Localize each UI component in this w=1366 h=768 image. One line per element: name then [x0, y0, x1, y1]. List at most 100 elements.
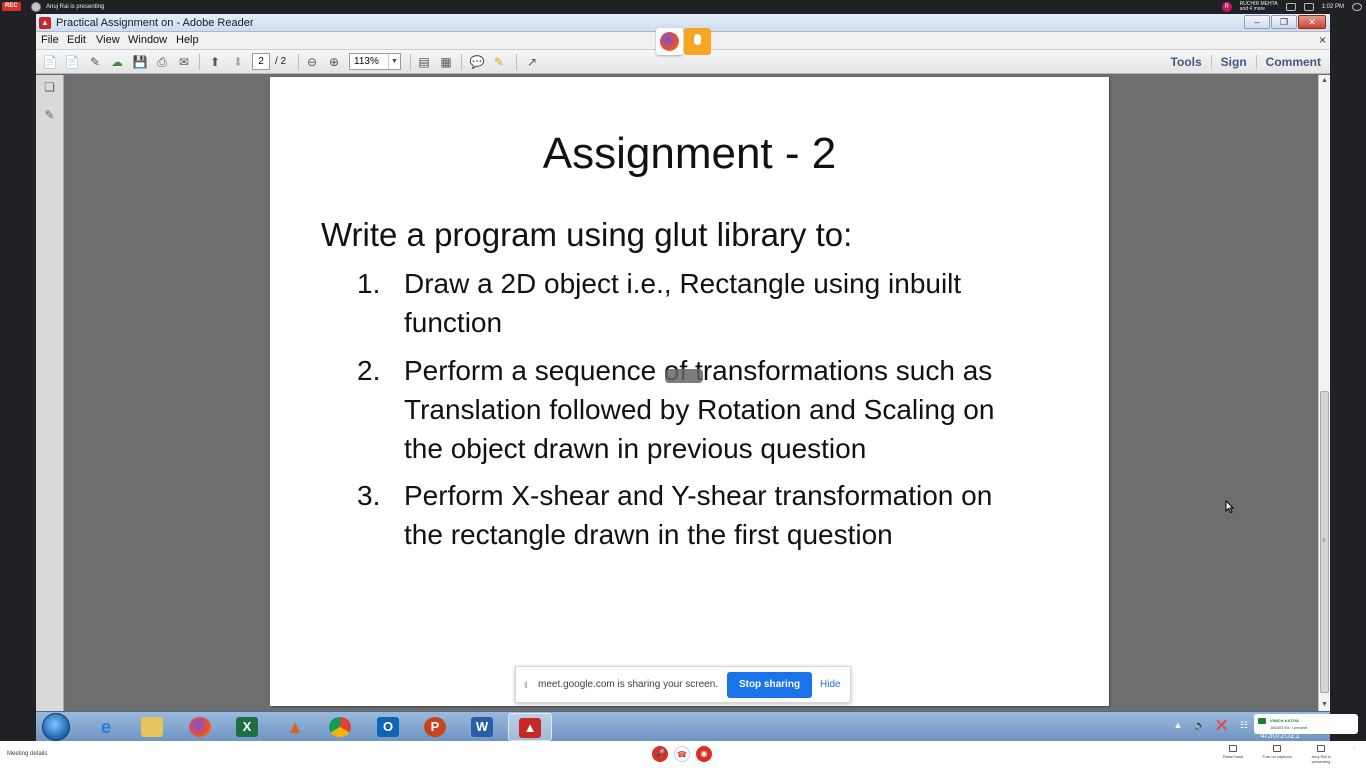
participant-summary[interactable]: RUCHIR MEHTA and 4 more: [1240, 2, 1278, 12]
cloud-button[interactable]: ☁: [109, 54, 125, 70]
microphone-icon: [694, 34, 701, 45]
document-area: Assignment - 2 Write a program using glu…: [65, 75, 1317, 711]
item-number: 1.: [357, 268, 381, 299]
restore-button[interactable]: ❐: [1271, 15, 1297, 29]
scrollbar-thumb[interactable]: ≡: [1320, 391, 1329, 693]
taskbar-explorer[interactable]: [130, 713, 174, 741]
print-button[interactable]: ⎙: [154, 54, 170, 70]
tools-link[interactable]: Tools: [1162, 55, 1211, 69]
email-icon: ✉: [178, 55, 190, 69]
text-cursor-overlay: [665, 369, 703, 383]
presenting-label: Anuj Rai is presenting: [1311, 754, 1331, 764]
save-button[interactable]: 💾: [132, 54, 148, 70]
meeting-details-button[interactable]: Meeting details: [7, 751, 47, 757]
share-status-text: meet.google.com is sharing your screen.: [538, 679, 719, 690]
scroll-up-icon[interactable]: ▲: [1319, 75, 1330, 87]
item-number: 3.: [357, 480, 381, 511]
firefox-overlay-button[interactable]: [656, 28, 683, 55]
microphone-overlay-button[interactable]: [684, 28, 711, 55]
network-disconnected-icon[interactable]: ❌: [1216, 719, 1228, 731]
arrow-down-icon: ⬇: [232, 55, 244, 69]
sign-link[interactable]: Sign: [1210, 55, 1256, 69]
minus-circle-icon: ⊖: [306, 55, 318, 69]
start-button[interactable]: [42, 713, 70, 741]
toolbar-divider: [461, 54, 462, 70]
full-screen-button[interactable]: ↗: [524, 54, 540, 70]
chevron-down-icon[interactable]: ▼: [388, 54, 400, 69]
clock-text: 1:02 PM: [1321, 4, 1344, 10]
comment-link[interactable]: Comment: [1255, 55, 1330, 69]
previous-page-button[interactable]: ⬆: [207, 54, 223, 70]
captions-button[interactable]: Turn on captions: [1262, 745, 1292, 764]
taskbar-ie[interactable]: e: [84, 713, 128, 741]
layout-icon[interactable]: [1285, 3, 1296, 11]
taskbar-firefox[interactable]: [178, 713, 222, 741]
page-number-input[interactable]: 2: [252, 53, 270, 70]
toolbar-divider: [410, 54, 411, 70]
attachment-icon[interactable]: ✎: [43, 108, 56, 123]
taskbar-word[interactable]: W: [460, 713, 504, 741]
mouse-cursor-icon: [1225, 500, 1234, 514]
highlight-button[interactable]: ✎: [491, 54, 507, 70]
zoom-out-button[interactable]: ⊖: [304, 54, 320, 70]
vertical-scrollbar[interactable]: ▲ ≡ ▼: [1318, 75, 1330, 711]
presenter-avatar: [31, 2, 41, 12]
drag-handle-icon[interactable]: ‖: [524, 680, 528, 690]
stop-sharing-button[interactable]: Stop sharing: [727, 672, 812, 698]
camera-off-button[interactable]: ◉: [696, 746, 712, 762]
meeting-controls: 🎤 ☎ ◉: [652, 746, 712, 762]
taskbar-adobe-reader[interactable]: ▲: [508, 713, 552, 741]
settings-icon[interactable]: [1352, 3, 1362, 11]
menu-edit[interactable]: Edit: [65, 34, 88, 46]
email-button[interactable]: ✉: [176, 54, 192, 70]
zoom-in-button[interactable]: ⊕: [326, 54, 342, 70]
presenting-button[interactable]: Anuj Rai is presenting: [1306, 745, 1336, 764]
chat-icon: [1258, 718, 1266, 724]
item-text-line: Translation followed by Rotation and Sca…: [404, 394, 995, 425]
edit-pdf-button[interactable]: ✎: [87, 54, 103, 70]
fit-width-button[interactable]: ▦: [438, 54, 454, 70]
leave-call-button[interactable]: ☎: [674, 746, 690, 762]
menu-window[interactable]: Window: [126, 34, 169, 46]
fit-page-button[interactable]: ▤: [416, 54, 432, 70]
menu-file[interactable]: File: [39, 34, 61, 46]
next-page-button[interactable]: ⬇: [230, 54, 246, 70]
network-icon[interactable]: ☷: [1238, 719, 1250, 731]
more-options-icon[interactable]: ⋮: [1350, 745, 1358, 764]
taskbar-powerpoint[interactable]: P: [413, 713, 457, 741]
menu-help[interactable]: Help: [174, 34, 201, 46]
taskbar-chrome[interactable]: [318, 713, 362, 741]
close-button[interactable]: ✕: [1298, 15, 1326, 29]
slide-title: Assignment - 2: [542, 129, 837, 178]
participant-more: and 4 more: [1239, 6, 1265, 12]
page-thumbnails-icon[interactable]: ❏: [43, 80, 56, 95]
hide-button[interactable]: Hide: [820, 679, 841, 690]
close-document-icon[interactable]: ×: [1319, 33, 1326, 47]
taskbar-excel[interactable]: X: [225, 713, 269, 741]
mic-off-button[interactable]: 🎤: [652, 746, 668, 762]
scroll-down-icon[interactable]: ▼: [1319, 699, 1330, 711]
cloud-upload-icon: ☁: [111, 55, 123, 69]
minimize-button[interactable]: –: [1244, 15, 1270, 29]
volume-muted-icon[interactable]: 🔈: [1194, 719, 1206, 731]
item-text-line: Perform X-shear and Y-shear transformati…: [404, 480, 993, 511]
participant-notification[interactable]: VINICH KATIYA 180003 Ed: I present: [1254, 714, 1358, 734]
meet-top-right-group: R RUCHIR MEHTA and 4 more 1:02 PM: [1221, 1, 1362, 13]
show-hidden-icons-icon[interactable]: ▲: [1172, 719, 1184, 731]
comment-button[interactable]: 💬: [469, 54, 485, 70]
window-controls: – ❐ ✕: [1244, 15, 1326, 29]
chat-icon[interactable]: [1303, 3, 1314, 11]
create-pdf-button[interactable]: 📄: [42, 54, 58, 70]
excel-icon: X: [236, 717, 258, 737]
item-text-line: the rectangle drawn in the first questio…: [404, 519, 893, 550]
captions-label: Turn on captions: [1262, 754, 1292, 759]
export-pdf-button[interactable]: 📄: [64, 54, 80, 70]
taskbar-matlab[interactable]: ▲: [273, 713, 317, 741]
adobe-reader-app-icon: ▲: [39, 17, 51, 29]
zoom-select[interactable]: 113% ▼: [349, 53, 401, 70]
taskbar-outlook[interactable]: O: [366, 713, 410, 741]
raise-hand-button[interactable]: Raise hand: [1218, 745, 1248, 764]
pdf-page: Assignment - 2 Write a program using glu…: [270, 77, 1109, 706]
participant-avatar[interactable]: R: [1221, 2, 1232, 12]
menu-view[interactable]: View: [94, 34, 122, 46]
